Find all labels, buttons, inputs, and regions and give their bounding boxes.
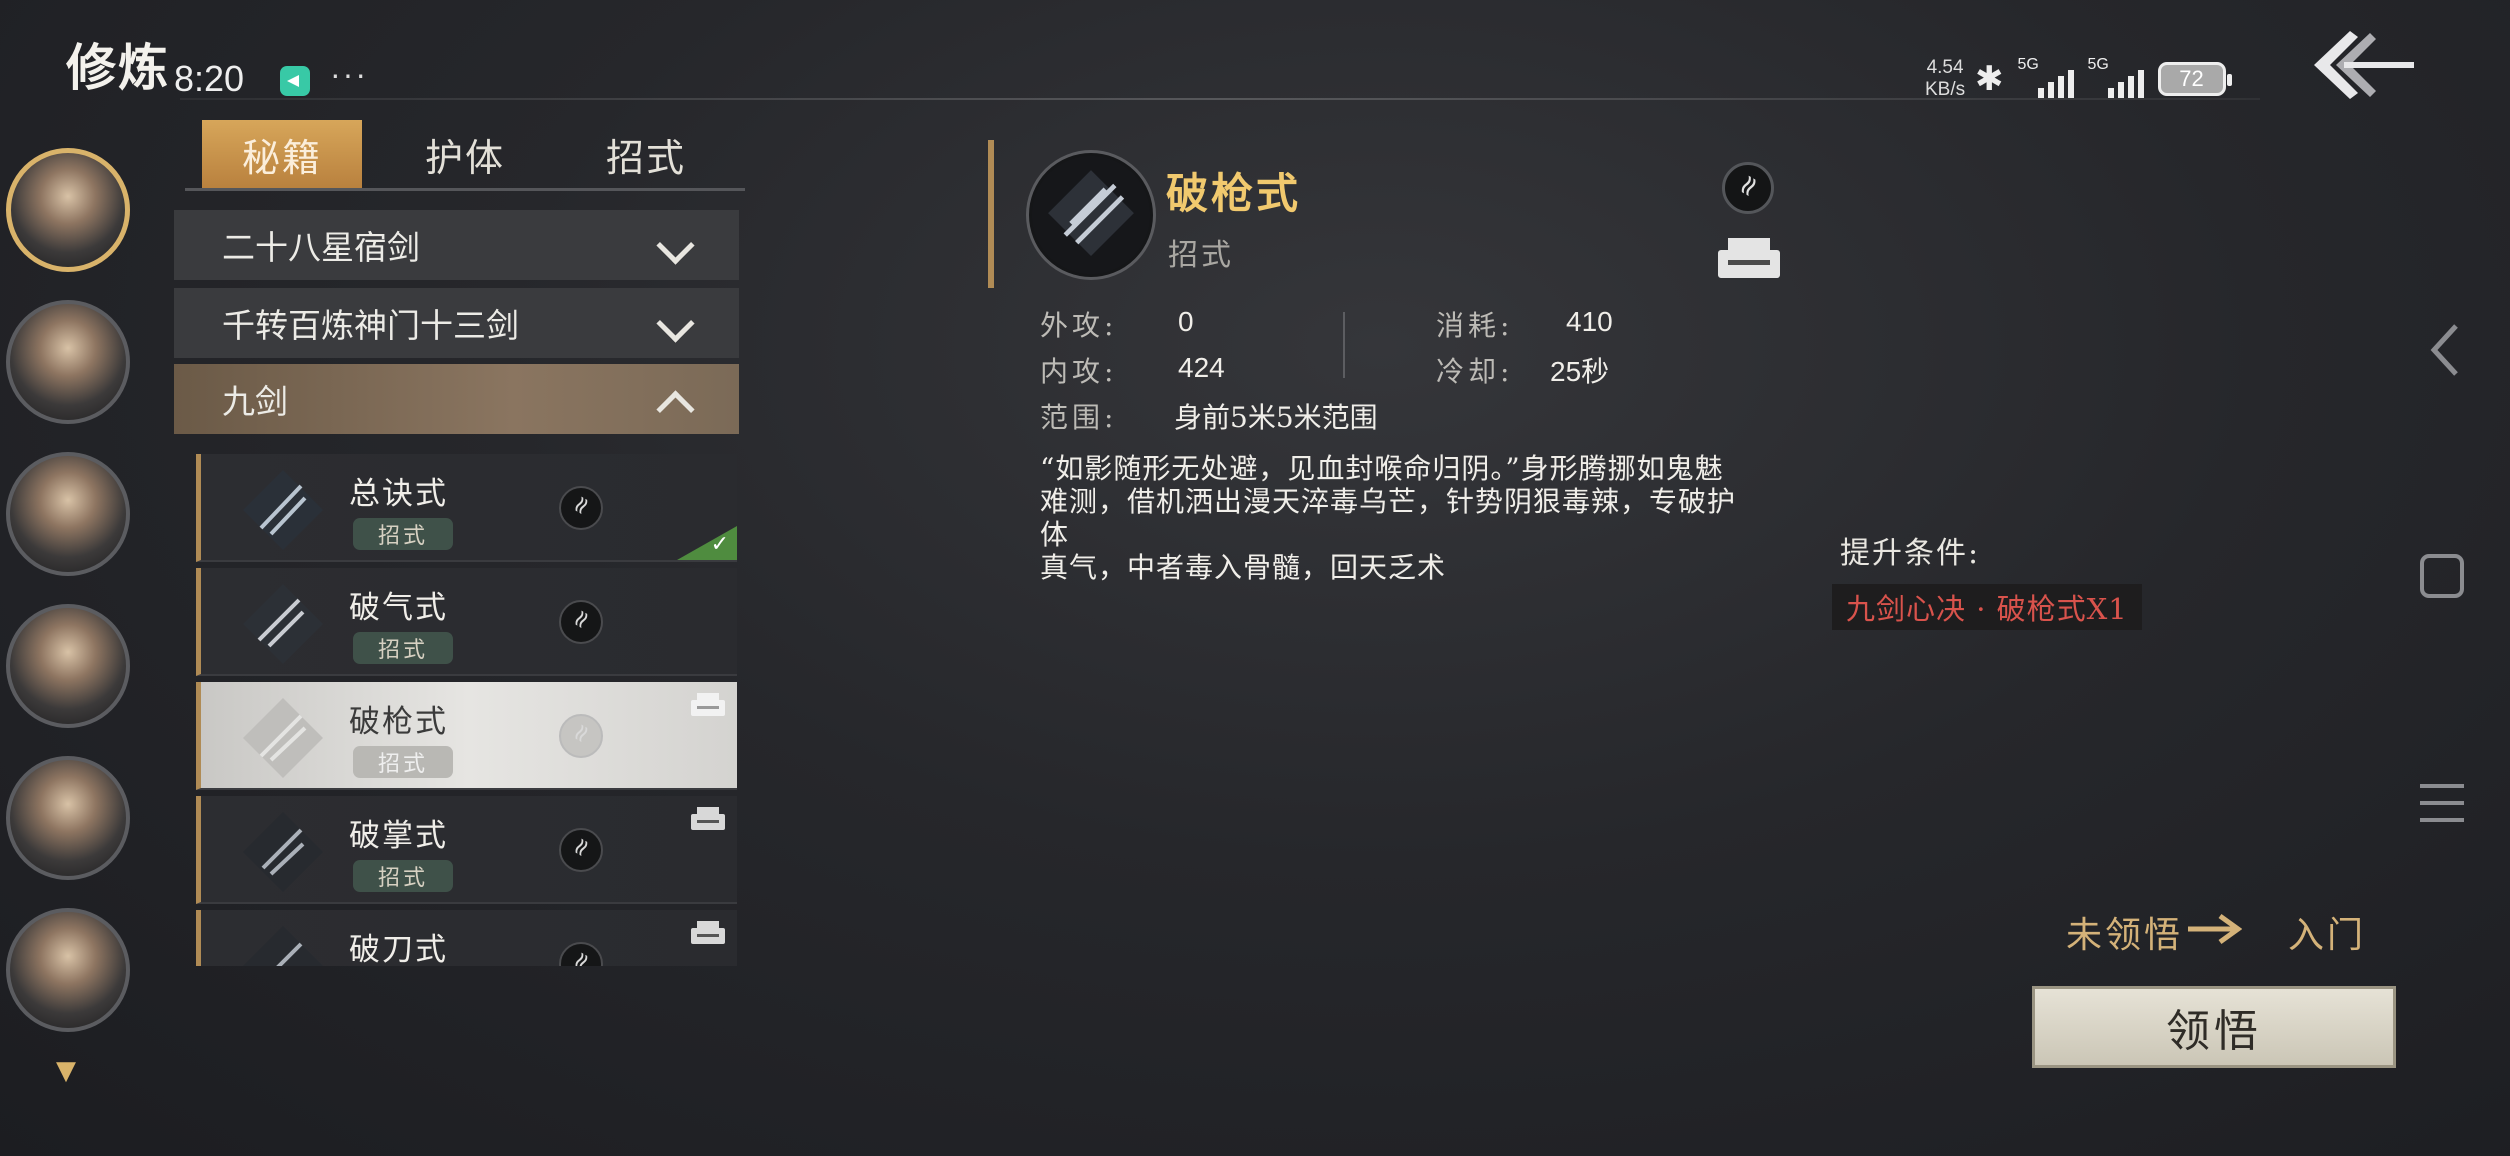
chevron-up-icon (656, 390, 695, 429)
net-speed: 4.54 KB/s (1925, 57, 1965, 101)
skill-type-icon[interactable] (1722, 162, 1774, 214)
skill-icon (243, 698, 323, 778)
scroll-down-chevron-icon[interactable]: ▼ (56, 1056, 76, 1086)
tab-moves[interactable]: 招式 (566, 120, 726, 188)
skill-name: 破刀式 (349, 932, 448, 966)
skill-detail-icon (1026, 150, 1156, 280)
cost-label: 消耗: (1436, 309, 1514, 342)
chevron-down-icon (656, 226, 695, 265)
current-state: 未领悟 (2066, 915, 2184, 956)
tab-secret-manuals[interactable]: 秘籍 (202, 120, 362, 188)
skill-type-icon (559, 942, 603, 966)
lock-icon (691, 921, 725, 944)
skill-icon (243, 812, 323, 892)
nav-menu-icon[interactable] (2418, 780, 2466, 826)
cooldown-label: 冷却: (1436, 355, 1514, 388)
skill-tag: 招式 (353, 632, 453, 664)
description-line: 真气，中者毒入骨髓，回天乏术 (1040, 551, 1447, 584)
category-header[interactable]: 九剑 (174, 364, 739, 434)
category-label: 九剑 (222, 382, 288, 421)
outer-attack-value: 0 (1178, 306, 1194, 337)
skill-icon (243, 584, 323, 664)
skill-name: 破气式 (349, 590, 448, 626)
tab-divider (185, 188, 745, 191)
lock-icon (691, 807, 725, 830)
skill-item[interactable]: 总诀式 招式 ✓ (196, 454, 737, 562)
skill-item[interactable]: 破刀式 招式 (196, 910, 737, 966)
category-label: 二十八星宿剑 (222, 228, 420, 267)
inner-attack-label: 内攻: (1040, 355, 1118, 388)
lock-icon (1718, 238, 1780, 278)
character-avatar[interactable] (6, 300, 130, 424)
category-header[interactable]: 二十八星宿剑 (174, 210, 739, 280)
skill-item[interactable]: 破掌式 招式 (196, 796, 737, 904)
detail-accent-bar (988, 140, 994, 288)
skill-name: 总诀式 (349, 476, 448, 512)
skill-list[interactable]: 总诀式 招式 ✓ 破气式 招式 破枪式 招式 破掌式 招式 破刀式 招式 (0, 450, 760, 966)
skill-tag: 招式 (353, 746, 453, 778)
bluetooth-icon: ✱ (1975, 60, 2004, 98)
next-state: 入门 (2288, 915, 2367, 956)
skill-description: “如影随形无处避，见血封喉命归阴。”身形腾挪如鬼魅 难测，借机洒出漫天淬毒乌芒，… (1040, 452, 1760, 584)
skill-item[interactable]: 破气式 招式 (196, 568, 737, 676)
signal-icon: 5G (2088, 56, 2144, 102)
upgrade-requirement: 九剑心决 · 破枪式X1 (1832, 584, 2142, 630)
back-arrow-icon[interactable] (2310, 25, 2416, 105)
category-header[interactable]: 千转百炼神门十三剑 (174, 288, 739, 358)
upgrade-condition-label: 提升条件: (1840, 536, 1981, 571)
battery-level: 72 (2179, 66, 2204, 91)
header-divider (180, 98, 2260, 100)
skill-detail-name: 破枪式 (1166, 169, 1302, 218)
check-icon: ✓ (710, 532, 729, 557)
net-speed-value: 4.54 (1926, 57, 1964, 78)
signal-icon: 5G (2018, 56, 2074, 102)
outer-attack-label: 外攻: (1040, 309, 1118, 342)
page-title: 修炼 (66, 38, 170, 97)
stats-divider (1343, 312, 1345, 378)
status-time: 8:20 (174, 58, 245, 99)
nav-back-icon[interactable] (2424, 320, 2464, 380)
lock-icon (691, 693, 725, 716)
signal-label: 5G (2087, 56, 2109, 73)
skill-tag: 招式 (353, 518, 453, 550)
inner-attack-value: 424 (1178, 352, 1225, 383)
nav-home-icon[interactable] (2420, 554, 2464, 598)
learn-button[interactable]: 领悟 (2032, 986, 2396, 1068)
range-value: 身前5米5米范围 (1174, 401, 1378, 434)
skill-type-icon (559, 600, 603, 644)
tab-body-protection[interactable]: 护体 (385, 120, 545, 188)
signal-label: 5G (2017, 56, 2039, 73)
skill-item-selected[interactable]: 破枪式 招式 (196, 682, 737, 790)
chevron-down-icon (656, 304, 695, 343)
description-line: 难测，借机洒出漫天淬毒乌芒，针势阴狠毒辣，专破护体 (1040, 485, 1737, 551)
battery-icon: 72 (2157, 62, 2232, 96)
skill-icon (243, 470, 323, 550)
skill-name: 破枪式 (349, 704, 448, 740)
skill-type-icon (559, 486, 603, 530)
skill-name: 破掌式 (349, 818, 448, 854)
character-avatar[interactable] (6, 148, 130, 272)
more-notifications-icon: ··· (330, 56, 368, 92)
description-line: “如影随形无处避，见血封喉命归阴。”身形腾挪如鬼魅 (1040, 452, 1724, 485)
arrow-right-icon (2188, 913, 2242, 945)
status-bar-icons: ✱ 5G 5G 72 (1975, 56, 2232, 102)
skill-detail-type: 招式 (1168, 238, 1234, 273)
cost-value: 410 (1566, 306, 1613, 337)
skill-tag: 招式 (353, 860, 453, 892)
media-notification-icon (280, 66, 310, 96)
skill-icon (243, 926, 323, 966)
skill-type-icon (559, 714, 603, 758)
range-label: 范围: (1040, 401, 1118, 434)
category-label: 千转百炼神门十三剑 (222, 306, 519, 345)
skill-type-icon (559, 828, 603, 872)
cooldown-value: 25秒 (1550, 356, 1610, 387)
